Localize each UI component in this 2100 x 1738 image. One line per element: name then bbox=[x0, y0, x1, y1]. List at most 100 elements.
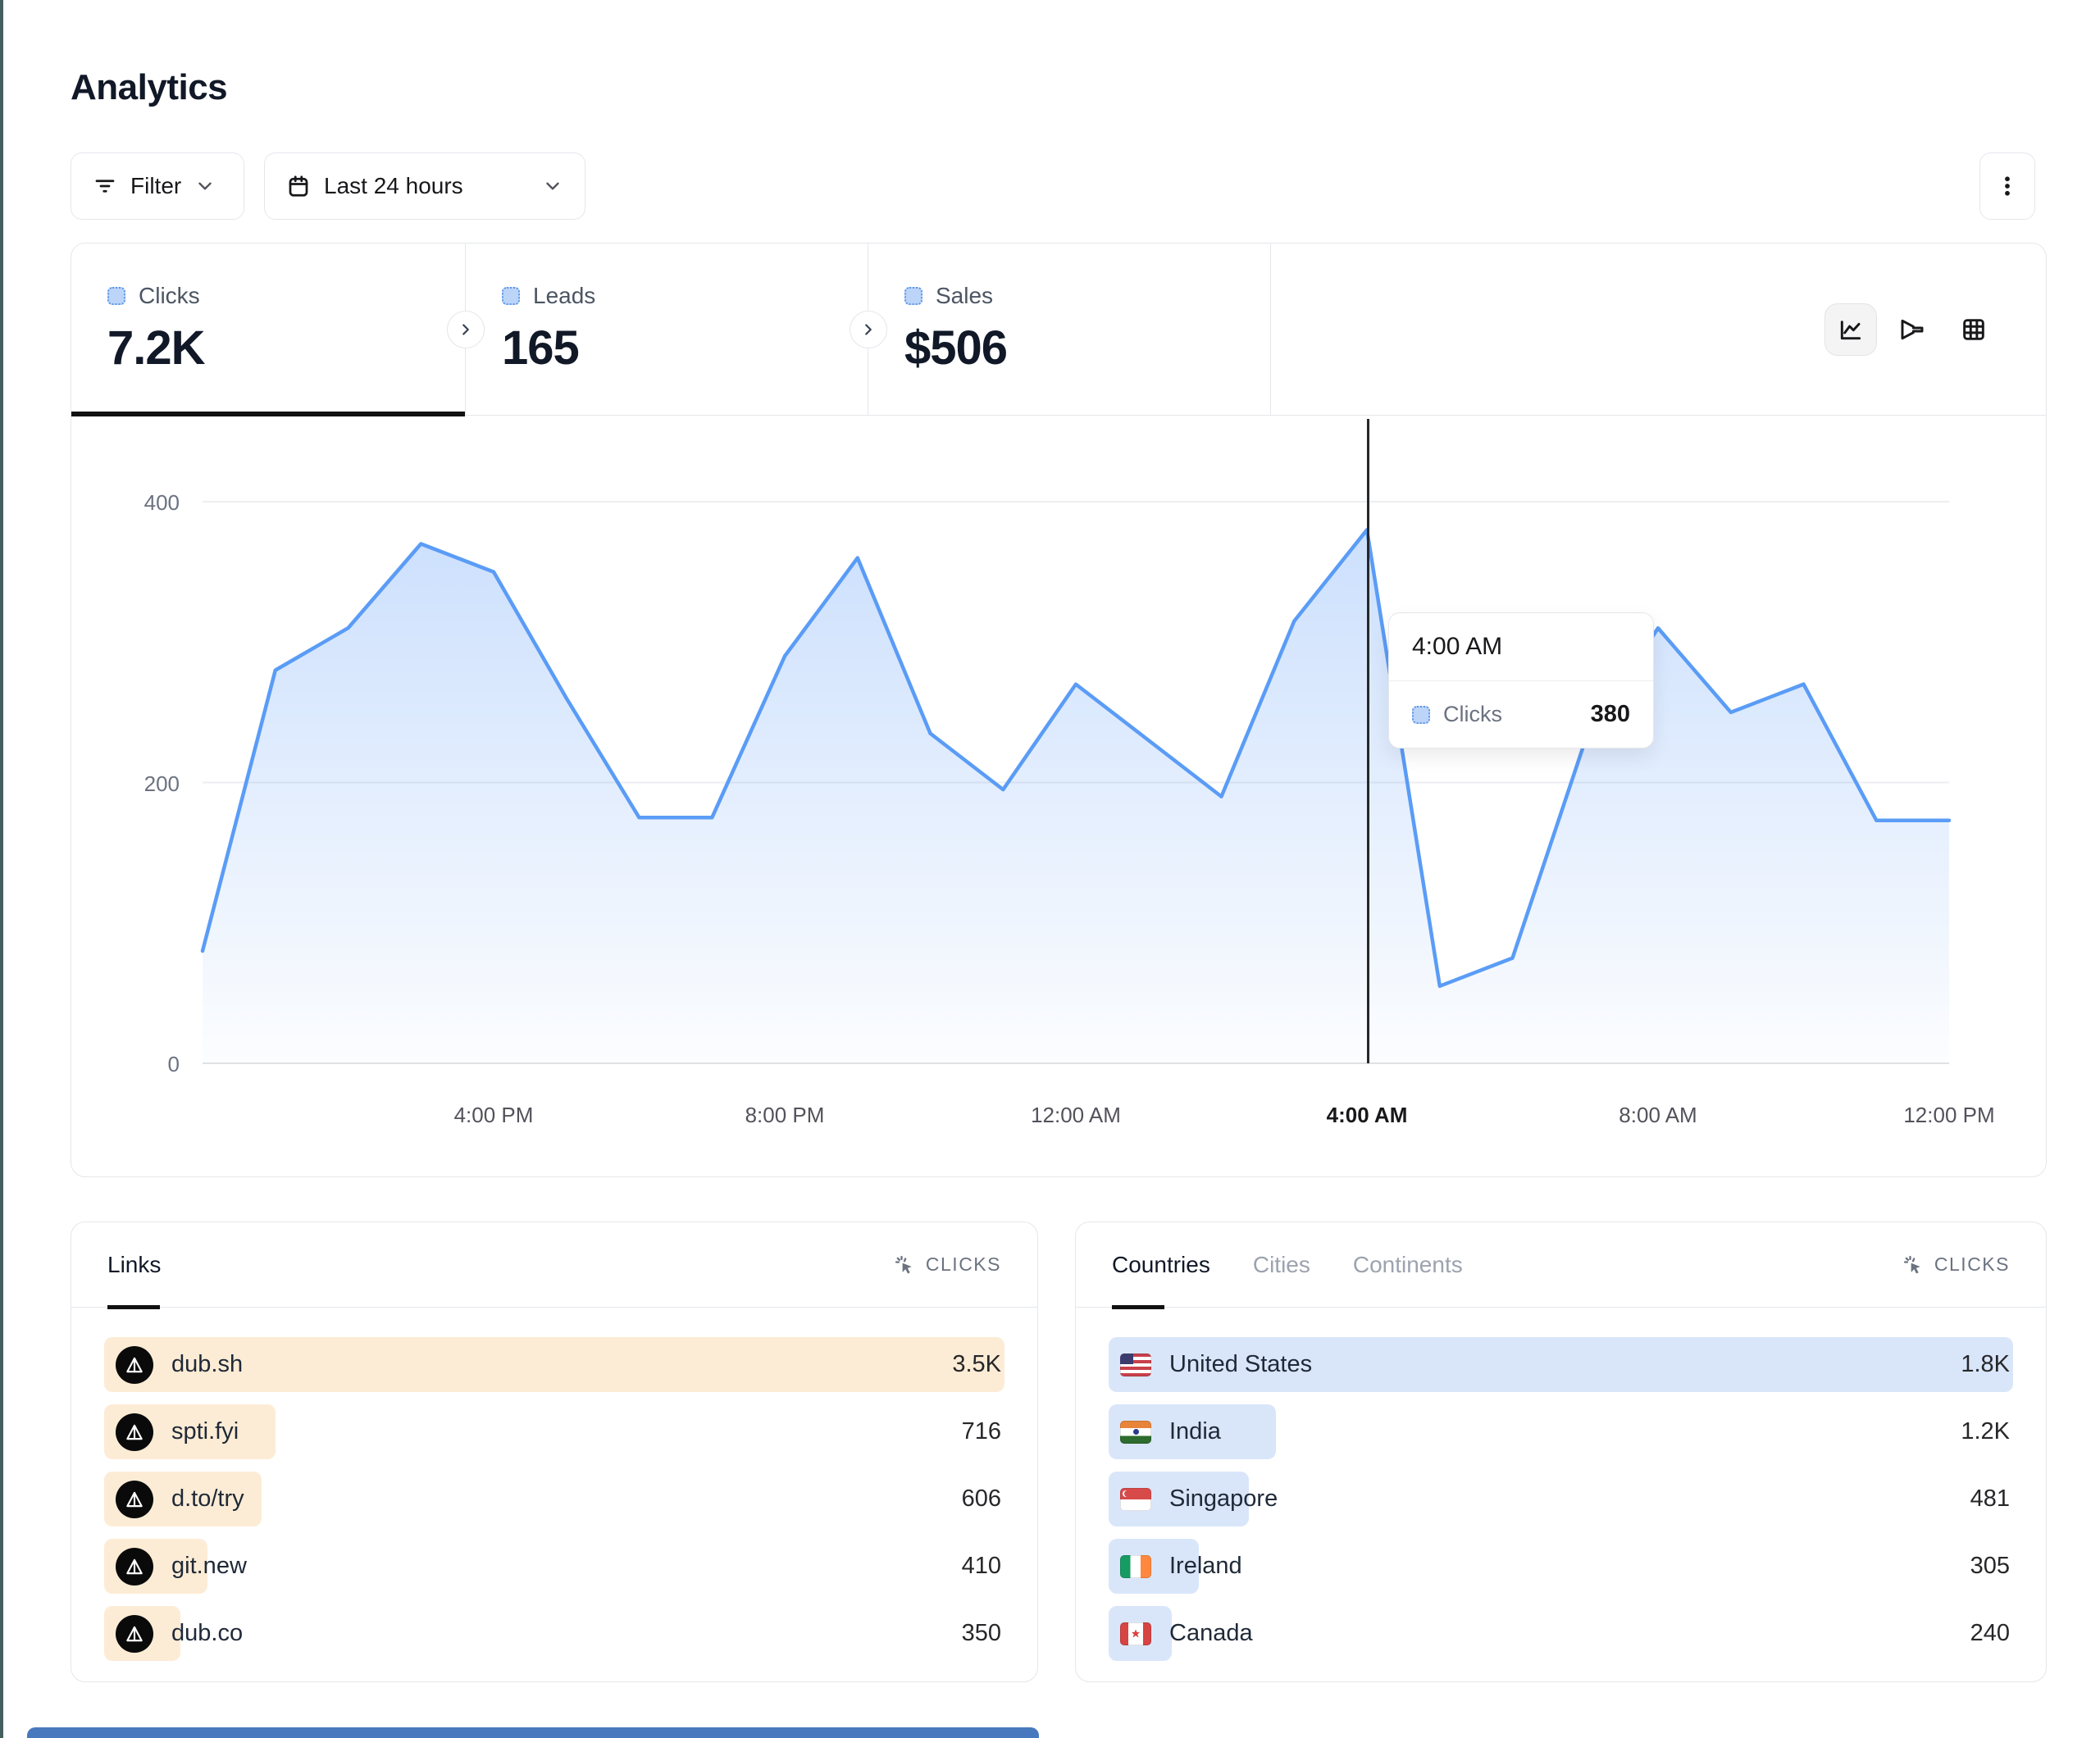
link-clicks: 3.5K bbox=[952, 1351, 1001, 1378]
tab-sales[interactable]: Sales $506 bbox=[868, 243, 1270, 415]
countries-rows: United States 1.8K India 1.2K Singapore … bbox=[1076, 1308, 2046, 1661]
leads-tab-label: Leads bbox=[533, 283, 595, 309]
funnel-view-button[interactable] bbox=[1886, 303, 1938, 356]
sales-value: $506 bbox=[904, 321, 1270, 375]
country-clicks: 305 bbox=[1970, 1553, 2010, 1580]
sales-legend-chip bbox=[904, 287, 922, 305]
stats-tabs-row: Clicks 7.2K Leads 165 Sales $506 bbox=[71, 243, 2046, 416]
date-range-button[interactable]: Last 24 hours bbox=[264, 152, 585, 220]
chevron-down-icon bbox=[542, 175, 563, 197]
tooltip-legend-chip bbox=[1412, 706, 1430, 724]
link-row[interactable]: dub.co 350 bbox=[104, 1606, 1004, 1661]
line-chart-view-button[interactable] bbox=[1824, 303, 1877, 356]
window-left-edge bbox=[0, 0, 3, 1738]
country-label: Ireland bbox=[1169, 1553, 1242, 1580]
canada-flag-icon bbox=[1120, 1622, 1151, 1645]
country-clicks: 1.2K bbox=[1961, 1418, 2010, 1445]
links-panel: Links CLICKS dub.sh 3.5K spti.fyi 7 bbox=[71, 1222, 1038, 1682]
y-axis-tick: 0 bbox=[89, 1052, 180, 1077]
country-row[interactable]: United States 1.8K bbox=[1109, 1337, 2013, 1392]
dub-logo-icon bbox=[116, 1548, 153, 1586]
analytics-card: Clicks 7.2K Leads 165 Sales $506 bbox=[71, 243, 2047, 1177]
country-row[interactable]: Canada 240 bbox=[1109, 1606, 2013, 1661]
chevron-down-icon bbox=[194, 175, 216, 197]
x-axis-tick: 4:00 PM bbox=[454, 1103, 534, 1128]
country-label: United States bbox=[1169, 1351, 1312, 1378]
link-label: d.to/try bbox=[171, 1485, 244, 1513]
x-axis-tick: 8:00 PM bbox=[745, 1103, 825, 1128]
chart-canvas bbox=[203, 502, 1949, 1063]
date-range-label: Last 24 hours bbox=[324, 173, 463, 199]
india-flag-icon bbox=[1120, 1421, 1151, 1444]
filter-icon bbox=[93, 174, 117, 198]
page-title: Analytics bbox=[71, 67, 227, 108]
x-axis-tick: 4:00 AM bbox=[1327, 1103, 1408, 1128]
cursor-click-icon bbox=[893, 1253, 916, 1276]
us-flag-icon bbox=[1120, 1354, 1151, 1376]
clicks-legend-chip bbox=[107, 287, 125, 305]
countries-metric-header[interactable]: CLICKS bbox=[1902, 1253, 2010, 1276]
table-grid-icon bbox=[1961, 316, 1987, 343]
link-row[interactable]: dub.sh 3.5K bbox=[104, 1337, 1004, 1392]
link-row[interactable]: spti.fyi 716 bbox=[104, 1404, 1004, 1459]
tab-links[interactable]: Links bbox=[107, 1222, 161, 1308]
country-clicks: 481 bbox=[1970, 1485, 2010, 1513]
hover-crosshair bbox=[1367, 419, 1369, 1063]
clicks-area-chart[interactable]: 0200400 4:00 PM8:00 PM12:00 AM4:00 AM8:0… bbox=[71, 416, 2046, 1176]
tab-countries[interactable]: Countries bbox=[1112, 1222, 1210, 1308]
tooltip-value: 380 bbox=[1591, 701, 1630, 728]
line-chart-icon bbox=[1838, 316, 1864, 343]
dub-logo-icon bbox=[116, 1413, 153, 1451]
link-row[interactable]: git.new 410 bbox=[104, 1539, 1004, 1594]
link-clicks: 606 bbox=[962, 1485, 1001, 1513]
ireland-flag-icon bbox=[1120, 1555, 1151, 1578]
tab-leads[interactable]: Leads 165 bbox=[466, 243, 868, 415]
link-row[interactable]: d.to/try 606 bbox=[104, 1472, 1004, 1526]
x-axis-tick: 12:00 PM bbox=[1903, 1103, 1994, 1128]
chart-view-toggles bbox=[1824, 303, 2000, 356]
countries-panel: Countries Cities Continents CLICKS Unite… bbox=[1075, 1222, 2047, 1682]
links-metric-header[interactable]: CLICKS bbox=[893, 1253, 1001, 1276]
links-panel-header: Links CLICKS bbox=[71, 1222, 1037, 1308]
funnel-icon bbox=[1899, 316, 1925, 343]
filter-button[interactable]: Filter bbox=[71, 152, 244, 220]
link-label: git.new bbox=[171, 1553, 247, 1580]
kebab-menu-icon bbox=[1995, 172, 2020, 200]
country-label: India bbox=[1169, 1418, 1221, 1445]
table-view-button[interactable] bbox=[1947, 303, 2000, 356]
link-label: dub.sh bbox=[171, 1351, 243, 1378]
country-label: Canada bbox=[1169, 1620, 1253, 1647]
country-row[interactable]: Ireland 305 bbox=[1109, 1539, 2013, 1594]
clicks-tab-label: Clicks bbox=[139, 283, 200, 309]
link-clicks: 716 bbox=[962, 1418, 1001, 1445]
link-clicks: 350 bbox=[962, 1620, 1001, 1647]
more-menu-button[interactable] bbox=[1979, 152, 2035, 220]
tooltip-series-label: Clicks bbox=[1443, 702, 1502, 727]
clicks-value: 7.2K bbox=[107, 321, 465, 375]
y-axis-tick: 200 bbox=[89, 771, 180, 797]
tab-cities[interactable]: Cities bbox=[1253, 1222, 1310, 1308]
x-axis-tick: 12:00 AM bbox=[1031, 1103, 1121, 1128]
tab-continents[interactable]: Continents bbox=[1353, 1222, 1463, 1308]
link-label: dub.co bbox=[171, 1620, 243, 1647]
singapore-flag-icon bbox=[1120, 1488, 1151, 1511]
analytics-page: Analytics Filter Last 24 hours Clicks 7.… bbox=[0, 0, 2100, 1738]
tooltip-time: 4:00 AM bbox=[1389, 613, 1653, 681]
country-row[interactable]: Singapore 481 bbox=[1109, 1472, 2013, 1526]
country-row[interactable]: India 1.2K bbox=[1109, 1404, 2013, 1459]
tab-clicks[interactable]: Clicks 7.2K bbox=[71, 243, 465, 415]
tab-divider bbox=[1270, 243, 1271, 415]
sales-tab-label: Sales bbox=[936, 283, 993, 309]
leads-legend-chip bbox=[502, 287, 520, 305]
countries-panel-header: Countries Cities Continents CLICKS bbox=[1076, 1222, 2046, 1308]
country-clicks: 1.8K bbox=[1961, 1351, 2010, 1378]
chart-tooltip: 4:00 AM Clicks 380 bbox=[1388, 612, 1654, 748]
bottom-peek-bar bbox=[27, 1727, 1039, 1738]
leads-value: 165 bbox=[502, 321, 868, 375]
links-rows: dub.sh 3.5K spti.fyi 716 d.to/try 606 gi… bbox=[71, 1308, 1037, 1661]
country-clicks: 240 bbox=[1970, 1620, 2010, 1647]
dub-logo-icon bbox=[116, 1615, 153, 1653]
cursor-click-icon bbox=[1902, 1253, 1925, 1276]
link-label: spti.fyi bbox=[171, 1418, 239, 1445]
dub-logo-icon bbox=[116, 1481, 153, 1518]
